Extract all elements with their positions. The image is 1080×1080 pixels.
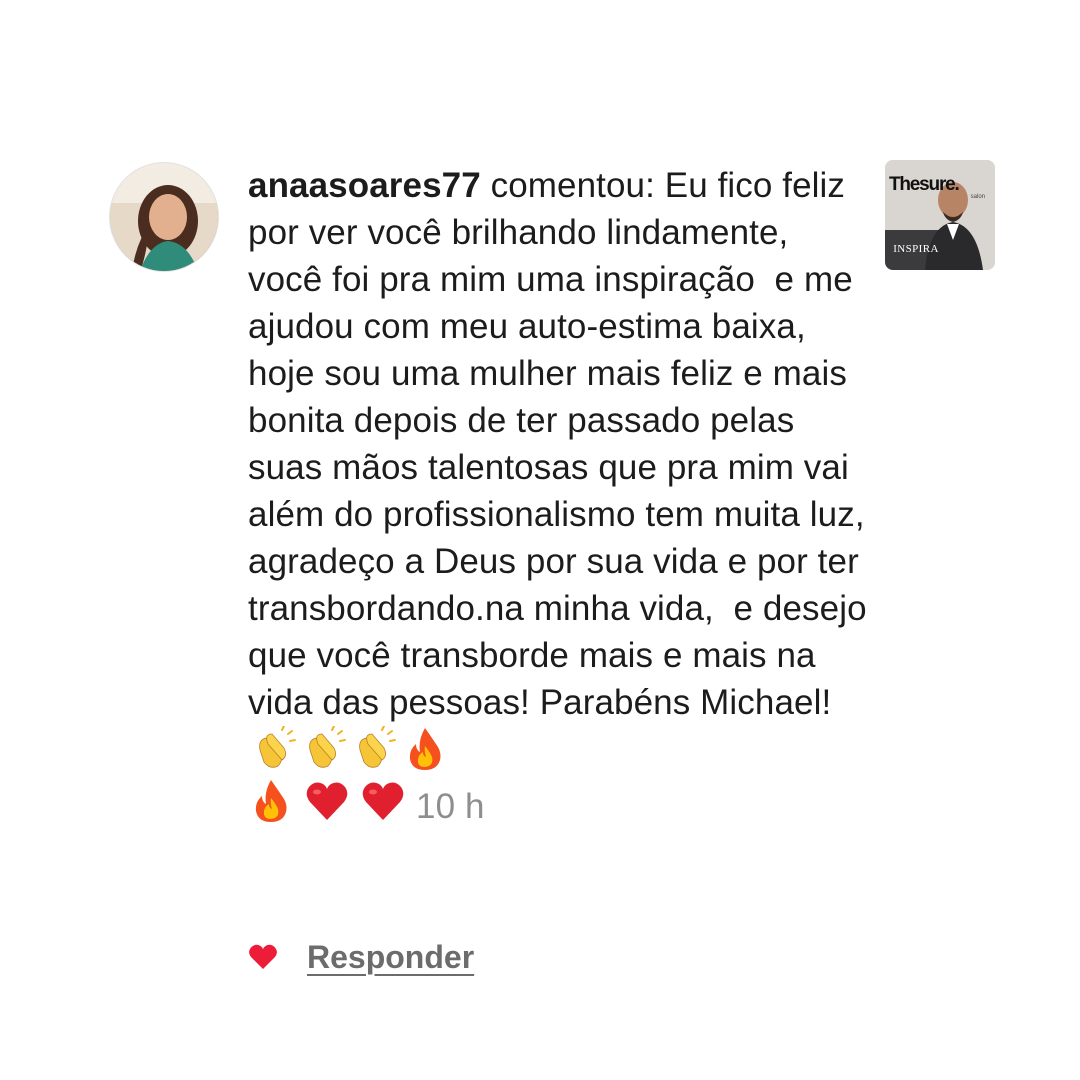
- comment-text: Eu fico feliz por ver você brilhando lin…: [248, 166, 877, 722]
- heart-icon[interactable]: [248, 942, 278, 972]
- reply-link[interactable]: Responder: [307, 939, 474, 976]
- commenter-avatar[interactable]: [109, 162, 219, 272]
- comment-block: anaasoares77 comentou: Eu fico feliz por…: [248, 162, 868, 830]
- comment-timestamp: 10 h: [416, 787, 485, 826]
- post-thumbnail-label: INSPIRA: [893, 243, 939, 255]
- clapping-hands-icon: [252, 726, 298, 772]
- red-heart-icon: [360, 778, 406, 824]
- fire-icon: [402, 726, 448, 772]
- post-thumbnail-subtext: salon: [970, 194, 985, 200]
- red-heart-icon: [304, 778, 350, 824]
- post-thumbnail[interactable]: Thesure. salon INSPIRA: [885, 160, 995, 270]
- clapping-hands-icon: [302, 726, 348, 772]
- post-thumbnail-brand: Thesure.: [889, 174, 960, 195]
- comment-username[interactable]: anaasoares77: [248, 166, 481, 205]
- avatar-photo: [110, 163, 218, 271]
- comment-action-text: comentou:: [480, 166, 665, 205]
- clapping-hands-icon: [352, 726, 398, 772]
- comment-actions: Responder: [248, 932, 474, 982]
- fire-icon: [248, 778, 294, 824]
